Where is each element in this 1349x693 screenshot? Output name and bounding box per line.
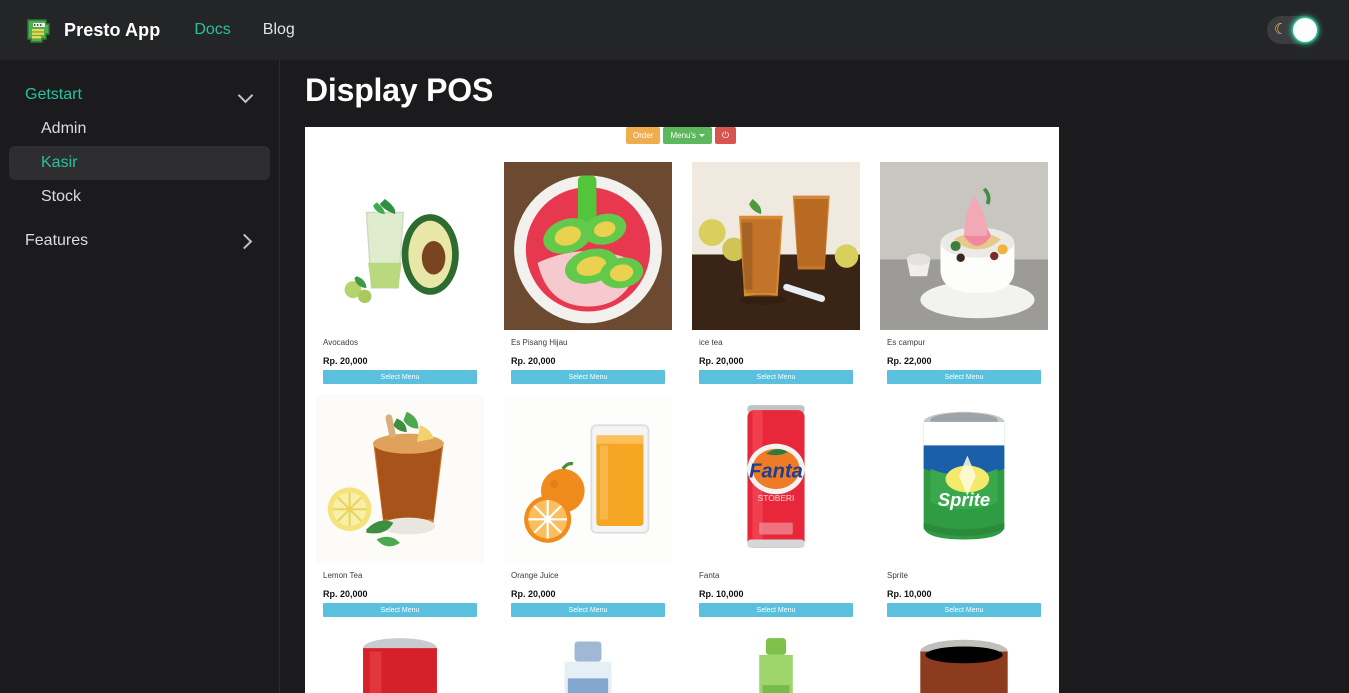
select-menu-button[interactable]: Select Menu	[699, 603, 853, 617]
product-name: Sprite	[887, 571, 908, 580]
page-title: Display POS	[305, 72, 494, 108]
product-name: Fanta	[699, 571, 720, 580]
product-card[interactable]: Fanta STOBERI Fanta Rp. 10,000 Select Me…	[690, 395, 862, 617]
sidebar-item-features[interactable]: Features	[9, 224, 270, 258]
product-name: Es campur	[887, 338, 926, 347]
pos-toolbar: Order Menu's ⏻	[305, 127, 1059, 151]
fanta-can-image: Fanta STOBERI	[690, 395, 862, 563]
crescent-moon-icon: ☾	[1274, 21, 1288, 38]
navbar: Presto App Docs Blog ☾	[0, 0, 1349, 60]
avocado-juice-image	[314, 162, 486, 330]
order-button[interactable]: Order	[626, 127, 661, 144]
sidebar-item-getstart[interactable]: Getstart	[9, 78, 270, 112]
product-card[interactable]: Sprite Sprite Rp. 10,000 Select Menu	[878, 395, 1050, 617]
cola-can-image	[314, 628, 486, 693]
select-menu-button[interactable]: Select Menu	[887, 603, 1041, 617]
product-card[interactable]: Lemon Tea Rp. 20,000 Select Menu	[314, 395, 486, 617]
menus-dropdown-button[interactable]: Menu's	[663, 127, 712, 144]
lemon-tea-image	[314, 395, 486, 563]
product-name: Avocados	[323, 338, 358, 347]
product-price: Rp. 20,000	[699, 356, 744, 366]
product-name: Es Pisang Hijau	[511, 338, 568, 347]
product-price: Rp. 22,000	[887, 356, 932, 366]
product-price: Rp. 10,000	[887, 589, 932, 599]
brand[interactable]: Presto App	[22, 14, 160, 46]
product-name: Lemon Tea	[323, 571, 363, 580]
menus-label: Menu's	[670, 131, 696, 140]
sidebar-item-label: Getstart	[25, 86, 82, 103]
product-card[interactable]: Es Pisang Hijau Rp. 20,000 Select Menu	[502, 162, 674, 384]
product-card[interactable]: Orange Juice Rp. 20,000 Select Menu	[502, 395, 674, 617]
product-name: Orange Juice	[511, 571, 559, 580]
chevron-right-icon	[238, 233, 254, 249]
es-campur-image	[878, 162, 1050, 330]
product-card[interactable]: Select Menu	[314, 628, 486, 693]
select-menu-button[interactable]: Select Menu	[699, 370, 853, 384]
select-menu-button[interactable]: Select Menu	[323, 603, 477, 617]
sprite-can-image: Sprite	[878, 395, 1050, 563]
product-card[interactable]: Select Menu	[878, 628, 1050, 693]
sidebar: Getstart Admin Kasir Stock Features	[0, 60, 280, 693]
brand-title: Presto App	[64, 19, 161, 40]
theme-toggle-knob	[1293, 18, 1317, 42]
power-button[interactable]: ⏻	[715, 127, 736, 144]
select-menu-button[interactable]: Select Menu	[511, 603, 665, 617]
sidebar-item-label: Admin	[41, 120, 87, 137]
product-card[interactable]: ice tea Rp. 20,000 Select Menu	[690, 162, 862, 384]
main-content: Display POS Order Menu's ⏻ Avocados Rp. …	[281, 60, 1349, 693]
pos-screenshot-image: Order Menu's ⏻ Avocados Rp. 20,000 Selec…	[305, 127, 1059, 693]
nav-links: Docs Blog	[194, 21, 294, 39]
es-pisang-hijau-image	[502, 162, 674, 330]
power-icon: ⏻	[721, 130, 730, 140]
ice-tea-image	[690, 162, 862, 330]
product-card[interactable]: Es campur Rp. 22,000 Select Menu	[878, 162, 1050, 384]
svg-text:Sprite: Sprite	[938, 489, 990, 510]
water-bottle-image	[502, 628, 674, 693]
sidebar-item-admin[interactable]: Admin	[9, 112, 270, 146]
product-card[interactable]: Avocados Rp. 20,000 Select Menu	[314, 162, 486, 384]
green-tea-bottle-image	[690, 628, 862, 693]
product-price: Rp. 10,000	[699, 589, 744, 599]
sidebar-item-label: Kasir	[41, 154, 78, 171]
product-card[interactable]: Select Menu	[502, 628, 674, 693]
nav-link-docs[interactable]: Docs	[194, 21, 230, 39]
select-menu-button[interactable]: Select Menu	[511, 370, 665, 384]
sidebar-item-kasir[interactable]: Kasir	[9, 146, 270, 180]
product-price: Rp. 20,000	[511, 589, 556, 599]
nav-link-blog[interactable]: Blog	[263, 21, 295, 39]
product-price: Rp. 20,000	[323, 589, 368, 599]
product-price: Rp. 20,000	[323, 356, 368, 366]
product-card[interactable]: Select Menu	[690, 628, 862, 693]
sidebar-item-stock[interactable]: Stock	[9, 180, 270, 214]
product-grid: Avocados Rp. 20,000 Select Menu Es Pisan…	[305, 151, 1059, 693]
sidebar-item-label: Stock	[41, 188, 82, 205]
svg-text:STOBERI: STOBERI	[758, 493, 795, 503]
navbar-right: ☾	[1267, 16, 1333, 44]
svg-text:Fanta: Fanta	[749, 460, 803, 482]
caret-down-icon	[699, 134, 705, 137]
select-menu-button[interactable]: Select Menu	[887, 370, 1041, 384]
sidebar-item-label: Features	[25, 232, 89, 249]
dinosaur-logo-icon	[22, 14, 54, 46]
orange-juice-image	[502, 395, 674, 563]
product-name: ice tea	[699, 338, 723, 347]
chevron-down-icon	[238, 87, 254, 103]
theme-toggle-switch[interactable]: ☾	[1267, 16, 1319, 44]
product-price: Rp. 20,000	[511, 356, 556, 366]
sauce-jar-image	[878, 628, 1050, 693]
select-menu-button[interactable]: Select Menu	[323, 370, 477, 384]
